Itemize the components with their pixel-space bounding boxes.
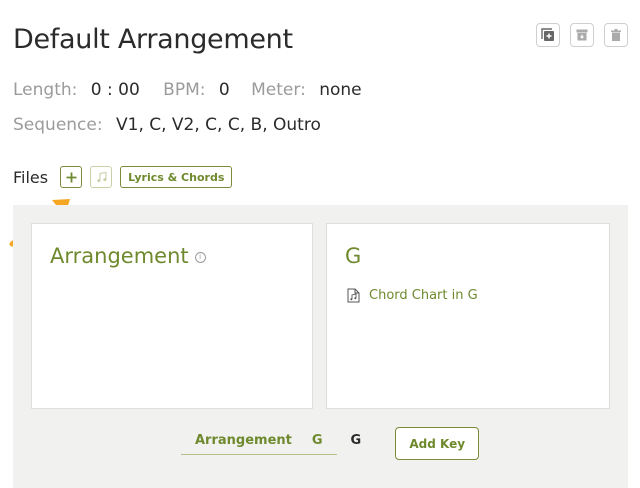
tab-key-g[interactable]: G	[312, 433, 323, 448]
archive-icon	[576, 29, 588, 41]
length-value: 0 : 00	[90, 80, 140, 100]
tab-arrangement[interactable]: Arrangement	[195, 433, 292, 448]
duplicate-button[interactable]	[536, 23, 560, 47]
trash-icon	[611, 29, 621, 41]
sequence-line: Sequence: V1, C, V2, C, C, B, Outro	[13, 115, 335, 135]
arrangement-card-label: Arrangement	[50, 244, 189, 268]
arrangement-title: Default Arrangement	[13, 24, 293, 55]
archive-button[interactable]	[570, 23, 594, 47]
delete-button[interactable]	[604, 23, 628, 47]
chord-chart-file[interactable]: Chord Chart in G	[347, 288, 478, 303]
info-icon[interactable]: i	[194, 251, 206, 263]
bpm-value: 0	[218, 80, 230, 100]
files-label: Files	[13, 167, 49, 187]
key-switcher: Arrangement G G Add Key	[181, 427, 480, 460]
music-note-icon	[96, 171, 107, 182]
top-actions	[536, 23, 628, 47]
meter-value: none	[319, 80, 362, 100]
arrangement-card-title: Arrangement i	[50, 244, 206, 268]
length-label: Length:	[13, 80, 78, 100]
arrangement-card: Arrangement i	[31, 223, 313, 409]
lyrics-chords-button[interactable]: Lyrics & Chords	[120, 166, 233, 188]
key-tabs: Arrangement G	[181, 433, 337, 455]
plus-icon	[66, 172, 77, 182]
files-panel: Arrangement i G Chord Chart in G Arrangem…	[13, 205, 628, 488]
sequence-label: Sequence:	[13, 115, 103, 135]
bpm-label: BPM:	[163, 80, 206, 100]
meter-label: Meter:	[251, 80, 306, 100]
arrangement-meta: Length: 0 : 00 BPM: 0 Meter: none	[13, 80, 376, 100]
key-card: G Chord Chart in G	[326, 223, 610, 409]
music-file-icon	[347, 288, 360, 303]
add-key-button[interactable]: Add Key	[395, 427, 480, 460]
duplicate-icon	[541, 28, 554, 41]
music-file-button[interactable]	[90, 166, 113, 188]
current-key[interactable]: G	[351, 433, 362, 454]
files-toolbar: Files Lyrics & Chords	[13, 166, 233, 188]
key-card-title: G	[345, 244, 362, 268]
add-file-button[interactable]	[60, 166, 83, 188]
sequence-value: V1, C, V2, C, C, B, Outro	[116, 115, 321, 135]
chord-chart-link[interactable]: Chord Chart in G	[369, 288, 478, 303]
